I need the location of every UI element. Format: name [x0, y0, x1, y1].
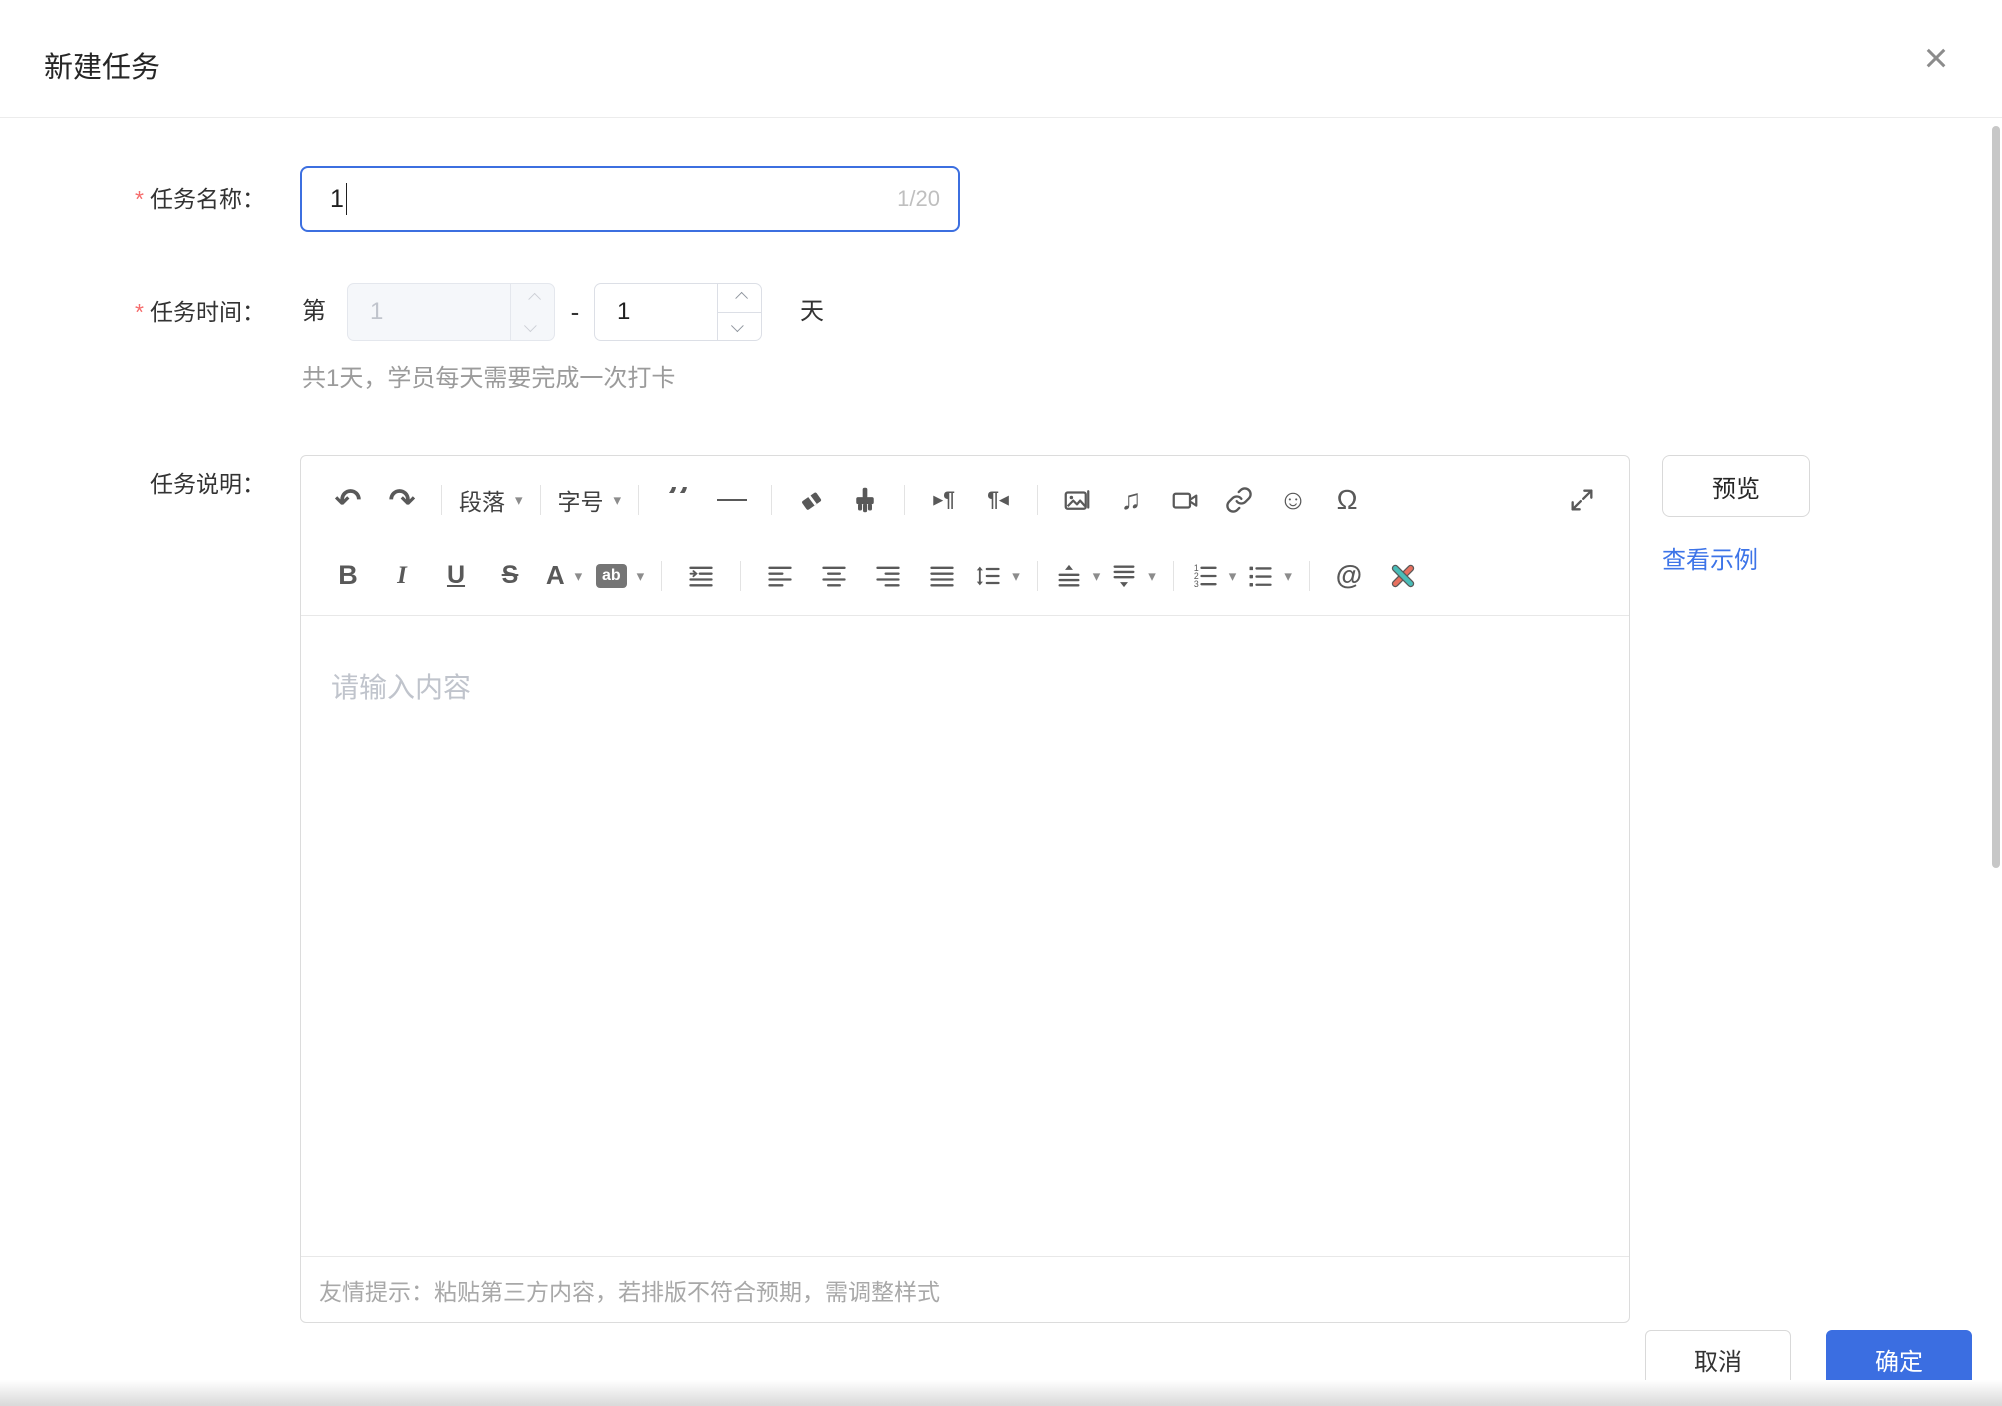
- chevron-down-icon: ▾: [1284, 567, 1292, 585]
- bold-button[interactable]: B: [326, 550, 370, 602]
- line-height-dropdown[interactable]: ▾: [974, 550, 1020, 602]
- align-left-icon[interactable]: [758, 550, 802, 602]
- chevron-down-icon: ▾: [1092, 567, 1101, 585]
- editor-content-area[interactable]: 请输入内容: [301, 616, 1629, 1256]
- text-cursor: [345, 183, 348, 215]
- start-day-stepper: 1: [347, 283, 555, 341]
- clear-format-brush-icon[interactable]: [843, 474, 887, 526]
- task-name-value: 1: [330, 184, 344, 213]
- toolbar-divider: [638, 485, 640, 515]
- toolbar-divider: [771, 485, 773, 515]
- toolbar-divider: [904, 485, 906, 515]
- undo-icon[interactable]: ↶: [326, 474, 370, 526]
- preview-button[interactable]: 预览: [1662, 455, 1810, 517]
- stepper-up-icon[interactable]: [718, 284, 761, 313]
- char-counter: 1/20: [897, 186, 940, 211]
- align-justify-icon[interactable]: [920, 550, 964, 602]
- italic-button[interactable]: I: [380, 550, 424, 602]
- svg-text:3: 3: [1194, 579, 1199, 589]
- chevron-down-icon: ▾: [515, 492, 523, 509]
- day-prefix-text: 第: [302, 298, 326, 325]
- font-color-dropdown[interactable]: A ▾: [542, 550, 586, 602]
- special-char-icon[interactable]: Ω: [1325, 474, 1369, 526]
- task-time-label: * 任务时间：: [135, 299, 265, 325]
- editor-footer-hint: 友情提示：粘贴第三方内容，若排版不符合预期，需调整样式: [301, 1256, 1629, 1322]
- eraser-icon[interactable]: [789, 474, 833, 526]
- task-desc-label: 任务说明：: [150, 471, 265, 497]
- toolbar-divider: [1308, 560, 1310, 591]
- ordered-list-dropdown[interactable]: 1 2 3 ▾: [1191, 550, 1237, 602]
- required-asterisk: *: [135, 299, 144, 325]
- font-size-dropdown[interactable]: 字号 ▾: [558, 474, 622, 526]
- xiumi-import-icon[interactable]: [1381, 550, 1425, 602]
- new-task-dialog: 新建任务 × * 任务名称： 1 1/20 * 任务时间： 第 1 - 1 天 共1…: [0, 0, 2002, 1406]
- blockquote-icon[interactable]: ”: [656, 474, 700, 526]
- insert-video-icon[interactable]: [1163, 474, 1207, 526]
- close-icon[interactable]: ×: [1910, 32, 1962, 84]
- paragraph-rtl-icon[interactable]: ¶ ◀: [976, 474, 1020, 526]
- end-day-stepper[interactable]: 1: [594, 283, 762, 341]
- unordered-list-dropdown[interactable]: ▾: [1246, 550, 1292, 602]
- task-name-label: * 任务名称：: [135, 186, 265, 212]
- horizontal-rule-icon[interactable]: [710, 474, 754, 526]
- strikethrough-button[interactable]: S: [488, 550, 532, 602]
- view-example-link[interactable]: 查看示例: [1662, 540, 1758, 575]
- space-after-dropdown[interactable]: ▾: [1110, 550, 1156, 602]
- emoji-icon[interactable]: ☺: [1271, 474, 1315, 526]
- required-asterisk: *: [135, 186, 144, 212]
- stepper-up-icon: [511, 284, 554, 312]
- insert-audio-icon[interactable]: ♫: [1109, 474, 1153, 526]
- task-time-helper: 共1天，学员每天需要完成一次打卡: [302, 365, 676, 392]
- chevron-down-icon: ▾: [1228, 567, 1237, 585]
- dialog-title: 新建任务: [44, 52, 161, 84]
- start-day-value: 1: [370, 298, 384, 325]
- editor-placeholder: 请输入内容: [331, 672, 472, 703]
- confirm-button[interactable]: 确定: [1826, 1330, 1972, 1388]
- toolbar-divider: [539, 485, 541, 515]
- toolbar-divider: [1037, 485, 1039, 515]
- toolbar-divider: [740, 560, 742, 591]
- cancel-button[interactable]: 取消: [1645, 1330, 1791, 1388]
- paragraph-ltr-icon[interactable]: ▶ ¶: [922, 474, 966, 526]
- rich-text-editor: ↶ ↷ 段落▾ 字号▾ ”: [300, 455, 1630, 1323]
- chevron-down-icon: ▾: [1148, 567, 1156, 585]
- editor-toolbar-row1: ↶ ↷ 段落▾ 字号▾ ”: [301, 456, 1629, 536]
- insert-image-icon[interactable]: [1055, 474, 1099, 526]
- redo-icon[interactable]: ↷: [380, 474, 424, 526]
- stepper-down-icon[interactable]: [718, 313, 761, 341]
- toolbar-divider: [1036, 560, 1038, 591]
- anchor-search-icon[interactable]: @: [1327, 550, 1371, 602]
- align-right-icon[interactable]: [866, 550, 910, 602]
- align-center-icon[interactable]: [812, 550, 856, 602]
- space-before-dropdown[interactable]: ▾: [1055, 550, 1101, 602]
- stepper-down-icon: [511, 312, 554, 340]
- fullscreen-icon[interactable]: [1560, 474, 1604, 526]
- dialog-header: 新建任务 ×: [0, 0, 2002, 118]
- editor-toolbar-row2: B I U S A ▾ ab ▾ ▾ ▾ ▾ 1 2 3 ▾ ▾ @: [301, 536, 1629, 616]
- text-indent-icon[interactable]: [679, 550, 723, 602]
- task-name-input[interactable]: 1 1/20: [300, 166, 960, 232]
- chevron-down-icon: ▾: [574, 567, 583, 585]
- chevron-down-icon: ▾: [636, 567, 645, 585]
- toolbar-divider: [441, 485, 442, 515]
- paragraph-dropdown[interactable]: 段落 ▾: [459, 474, 523, 526]
- toolbar-divider: [661, 560, 663, 591]
- chevron-down-icon: ▾: [1012, 567, 1020, 585]
- underline-button[interactable]: U: [434, 550, 478, 602]
- toolbar-divider: [1172, 560, 1174, 591]
- insert-link-icon[interactable]: [1217, 474, 1261, 526]
- chevron-down-icon: ▾: [613, 492, 622, 509]
- vertical-scrollbar[interactable]: [1992, 126, 2000, 868]
- end-day-value[interactable]: 1: [595, 284, 717, 340]
- day-suffix-text: 天: [800, 298, 824, 325]
- highlight-color-dropdown[interactable]: ab ▾: [596, 550, 644, 602]
- range-separator: -: [570, 297, 580, 327]
